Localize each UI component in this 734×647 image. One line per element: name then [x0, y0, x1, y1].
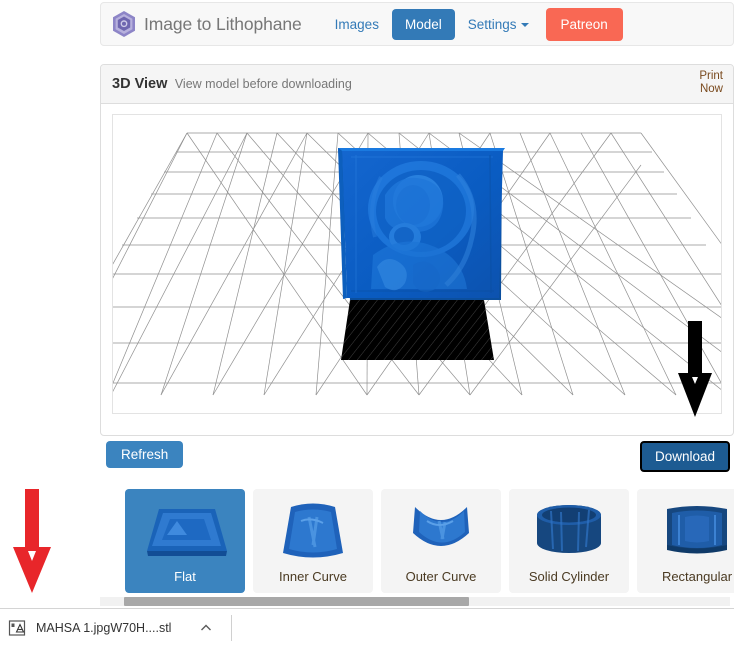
shape-label-solid-cylinder: Solid Cylinder	[528, 569, 610, 584]
brand-title: Image to Lithophane	[144, 13, 302, 34]
app-content-column: Image to Lithophane Images Model Setting…	[96, 0, 734, 608]
print-now-link[interactable]: Print Now	[689, 70, 723, 96]
nav-item-settings[interactable]: Settings	[457, 10, 540, 39]
panel-body	[101, 104, 733, 424]
refresh-button[interactable]: Refresh	[106, 441, 184, 468]
shape-tile-rectangular[interactable]: Rectangular	[637, 489, 734, 593]
inner-curve-thumb-icon	[253, 493, 373, 569]
outer-curve-thumb-icon	[381, 493, 501, 569]
shape-tile-outer-curve[interactable]: Outer Curve	[381, 489, 501, 593]
chevron-up-icon[interactable]	[199, 621, 213, 635]
red-down-arrow-annotation	[13, 489, 51, 593]
action-row: Refresh Download	[100, 441, 734, 472]
shape-selector-strip[interactable]: Flat Inner Curve Outer Curve Solid Cylin…	[100, 489, 734, 608]
stl-file-icon	[8, 620, 26, 636]
three-d-scene	[113, 132, 721, 396]
print-now-line-2: Now	[699, 83, 723, 95]
shape-tile-flat[interactable]: Flat	[125, 489, 245, 593]
panel-subtitle: View model before downloading	[174, 77, 352, 91]
brand[interactable]: Image to Lithophane	[111, 10, 302, 38]
shape-track: Flat Inner Curve Outer Curve Solid Cylin…	[125, 489, 734, 593]
model-base-shadow	[341, 300, 494, 360]
shape-tile-solid-cylinder[interactable]: Solid Cylinder	[509, 489, 629, 593]
download-button[interactable]: Download	[639, 441, 730, 472]
nav-item-patreon[interactable]: Patreon	[545, 7, 623, 41]
shape-strip-scrollbar-thumb[interactable]	[124, 597, 469, 606]
panel-title: 3D View	[112, 76, 168, 92]
hexagon-cube-logo-icon	[113, 11, 135, 37]
download-shelf-item[interactable]: MAHSA 1.jpgW70H....stl	[0, 619, 213, 637]
download-shelf: MAHSA 1.jpgW70H....stl	[0, 608, 734, 647]
navbar: Image to Lithophane Images Model Setting…	[100, 2, 734, 46]
shelf-divider	[231, 615, 233, 641]
nav-item-settings-label: Settings	[467, 16, 517, 32]
caret-down-icon	[520, 23, 529, 27]
solid-cylinder-thumb-icon	[509, 493, 629, 569]
black-down-arrow-annotation	[678, 321, 712, 417]
shape-label-inner-curve: Inner Curve	[279, 569, 347, 584]
three-d-viewer-canvas[interactable]	[112, 114, 722, 414]
rectangular-thumb-icon	[637, 493, 734, 569]
download-file-name: MAHSA 1.jpgW70H....stl	[36, 621, 172, 635]
panel-header: 3D View View model before downloading Pr…	[101, 65, 733, 104]
nav-item-images[interactable]: Images	[324, 10, 390, 39]
shape-label-rectangular: Rectangular	[661, 569, 733, 584]
flat-plate-thumb-icon	[125, 493, 245, 569]
shape-tile-inner-curve[interactable]: Inner Curve	[253, 489, 373, 593]
app-root: Image to Lithophane Images Model Setting…	[0, 0, 734, 647]
nav-item-model[interactable]: Model	[391, 8, 455, 40]
print-now-line-1: Print	[699, 70, 723, 82]
three-d-view-panel: 3D View View model before downloading Pr…	[100, 64, 734, 436]
shape-label-outer-curve: Outer Curve	[405, 569, 477, 584]
shape-label-flat: Flat	[174, 569, 196, 584]
